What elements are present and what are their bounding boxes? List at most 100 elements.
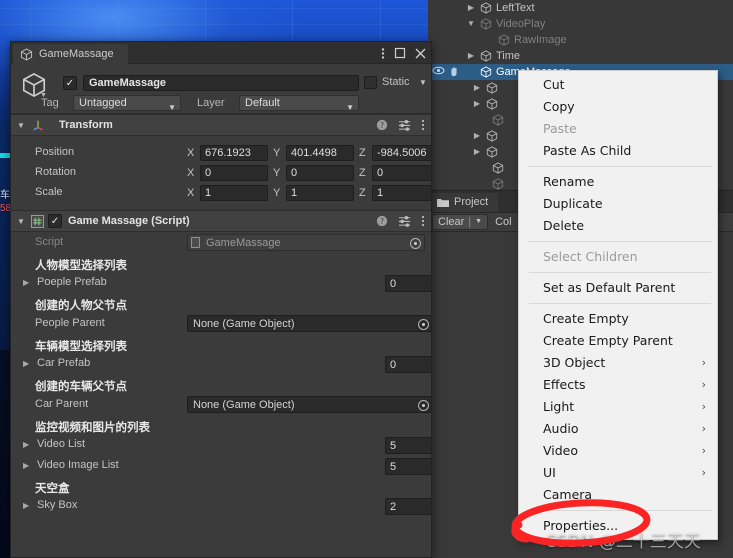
field-group-header: 创建的人物父节点	[35, 298, 127, 312]
chevron-right-icon[interactable]: ▶	[472, 128, 482, 144]
transform-field-rotation-y[interactable]: 0	[286, 165, 354, 181]
axis-label-x: X	[187, 187, 195, 199]
array-size-field-video-list[interactable]: 5	[385, 437, 431, 454]
script-component-header[interactable]: ▼ ✓ Game Massage (Script) ?	[11, 210, 431, 232]
static-checkbox[interactable]	[364, 76, 377, 89]
chevron-right-icon[interactable]: ▶	[23, 359, 29, 368]
chevron-right-icon[interactable]: ▶	[466, 48, 476, 64]
gameobject-enabled-checkbox[interactable]: ✓	[63, 76, 77, 90]
folder-icon	[437, 198, 449, 207]
objref-field-car-parent[interactable]: None (Game Object)	[187, 396, 431, 413]
static-label: Static	[382, 76, 410, 88]
context-menu-item-audio[interactable]: Audio ›	[519, 418, 717, 440]
array-size-field-sky-box[interactable]: 2	[385, 498, 431, 515]
transform-field-rotation-x[interactable]: 0	[200, 165, 268, 181]
transform-component-header[interactable]: ▼ Transform ?	[11, 114, 431, 136]
context-menu-item-camera[interactable]: Camera	[519, 484, 717, 506]
chevron-right-icon[interactable]: ▶	[23, 461, 29, 470]
maximize-icon[interactable]	[394, 47, 406, 59]
more-options-icon[interactable]	[421, 119, 425, 134]
array-size-field-poeple-prefab[interactable]: 0	[385, 275, 431, 292]
context-menu-item-light[interactable]: Light ›	[519, 396, 717, 418]
objref-field-people-parent[interactable]: None (Game Object)	[187, 315, 431, 332]
chevron-right-icon[interactable]: ▶	[466, 0, 476, 16]
context-menu-item-duplicate[interactable]: Duplicate	[519, 193, 717, 215]
transform-field-scale-z[interactable]: 1	[372, 185, 431, 201]
transform-field-scale-x[interactable]: 1	[200, 185, 268, 201]
context-menu-item-copy[interactable]: Copy	[519, 96, 717, 118]
chevron-down-icon[interactable]: ▼	[466, 16, 476, 32]
script-reference-field[interactable]: GameMassage	[187, 234, 425, 251]
chevron-down-icon: ▼	[346, 103, 354, 112]
object-picker-icon[interactable]	[410, 238, 421, 249]
context-menu-item-set-as-default-parent[interactable]: Set as Default Parent	[519, 277, 717, 299]
hierarchy-item-label: RawImage	[514, 34, 567, 46]
chevron-right-icon[interactable]: ▶	[472, 144, 482, 160]
context-menu-item-delete[interactable]: Delete	[519, 215, 717, 237]
field-group-header: 创建的车辆父节点	[35, 379, 127, 393]
console-clear-label: Clear	[438, 216, 465, 228]
eye-icon	[432, 66, 445, 75]
context-menu-item-select-children: Select Children	[519, 246, 717, 268]
context-menu-item-label: Camera	[543, 487, 593, 502]
context-menu-item-effects[interactable]: Effects ›	[519, 374, 717, 396]
context-menu-item-rename[interactable]: Rename	[519, 171, 717, 193]
console-collapse-button[interactable]: Col	[490, 214, 517, 230]
transform-field-rotation-z[interactable]: 0	[372, 165, 431, 181]
transform-field-position-y[interactable]: 401.4498	[286, 145, 354, 161]
context-menu-item-label: Duplicate	[543, 196, 603, 211]
static-dropdown-arrow[interactable]: ▼	[419, 78, 427, 87]
transform-field-scale-y[interactable]: 1	[286, 185, 354, 201]
chevron-right-icon[interactable]: ▶	[23, 501, 29, 510]
preset-icon[interactable]	[398, 214, 411, 230]
close-icon[interactable]	[415, 48, 426, 59]
chevron-right-icon: ›	[701, 466, 706, 479]
hierarchy-item-videoplay[interactable]: ▼ VideoPlay	[428, 16, 733, 32]
chevron-right-icon[interactable]: ▶	[472, 80, 482, 96]
context-menu-item-label: UI	[543, 465, 556, 480]
inspector-window: GameMassage ▼ ✓ GameMassage Static ▼ Tag…	[10, 41, 432, 558]
chevron-down-icon[interactable]: ▼	[11, 121, 31, 130]
tab-inspector-gamemassage[interactable]: GameMassage	[13, 44, 128, 64]
tag-dropdown[interactable]: Untagged ▼	[73, 95, 181, 112]
chevron-down-icon[interactable]: ▼	[11, 217, 31, 226]
context-menu-item-cut[interactable]: Cut	[519, 74, 717, 96]
array-size-field-video-image-list[interactable]: 5	[385, 458, 431, 475]
gameobject-name-input[interactable]: GameMassage	[83, 75, 359, 91]
tab-project[interactable]: Project	[431, 193, 499, 212]
chevron-right-icon[interactable]: ▶	[472, 96, 482, 112]
help-icon[interactable]: ?	[376, 119, 388, 134]
object-picker-icon[interactable]	[418, 319, 429, 330]
context-menu-item-create-empty[interactable]: Create Empty	[519, 308, 717, 330]
preset-icon[interactable]	[398, 118, 411, 134]
context-menu[interactable]: Cut Copy Paste Paste As Child Rename Duplicat…	[518, 70, 718, 540]
hierarchy-item-time[interactable]: ▶ Time	[428, 48, 733, 64]
hierarchy-item-rawimage[interactable]: RawImage	[428, 32, 733, 48]
object-picker-icon[interactable]	[418, 400, 429, 411]
objref-row-people-parent: People Parent None (Game Object)	[11, 313, 431, 335]
chevron-right-icon[interactable]: ▶	[23, 278, 29, 287]
chevron-right-icon[interactable]: ▶	[23, 440, 29, 449]
array-size-field-car-prefab[interactable]: 0	[385, 356, 431, 373]
layer-dropdown[interactable]: Default ▼	[239, 95, 359, 112]
more-options-icon[interactable]	[421, 215, 425, 230]
more-options-icon[interactable]	[381, 47, 385, 60]
transform-field-position-z[interactable]: -984.5006	[372, 145, 431, 161]
context-menu-item-video[interactable]: Video ›	[519, 440, 717, 462]
help-icon[interactable]: ?	[376, 215, 388, 230]
context-menu-item-paste-as-child[interactable]: Paste As Child	[519, 140, 717, 162]
console-clear-button[interactable]: Clear | ▼	[432, 214, 489, 230]
context-menu-item-label: Effects	[543, 377, 586, 392]
context-menu-item-label: 3D Object	[543, 355, 606, 370]
script-asset-icon	[191, 237, 200, 248]
context-menu-item-create-empty-parent[interactable]: Create Empty Parent	[519, 330, 717, 352]
transform-component-body: Position X 676.1923 Y 401.4498 Z -984.5006 Rota…	[11, 136, 431, 210]
script-enabled-checkbox[interactable]: ✓	[48, 214, 62, 228]
context-menu-item-3d-object[interactable]: 3D Object ›	[519, 352, 717, 374]
visibility-toggle-icons[interactable]	[432, 65, 460, 77]
transform-field-position-x[interactable]: 676.1923	[200, 145, 268, 161]
scene-grid-line	[0, 8, 440, 9]
objref-label: People Parent	[35, 317, 105, 329]
hierarchy-item-lefttext[interactable]: ▶ LeftText	[428, 0, 733, 16]
context-menu-item-ui[interactable]: UI ›	[519, 462, 717, 484]
